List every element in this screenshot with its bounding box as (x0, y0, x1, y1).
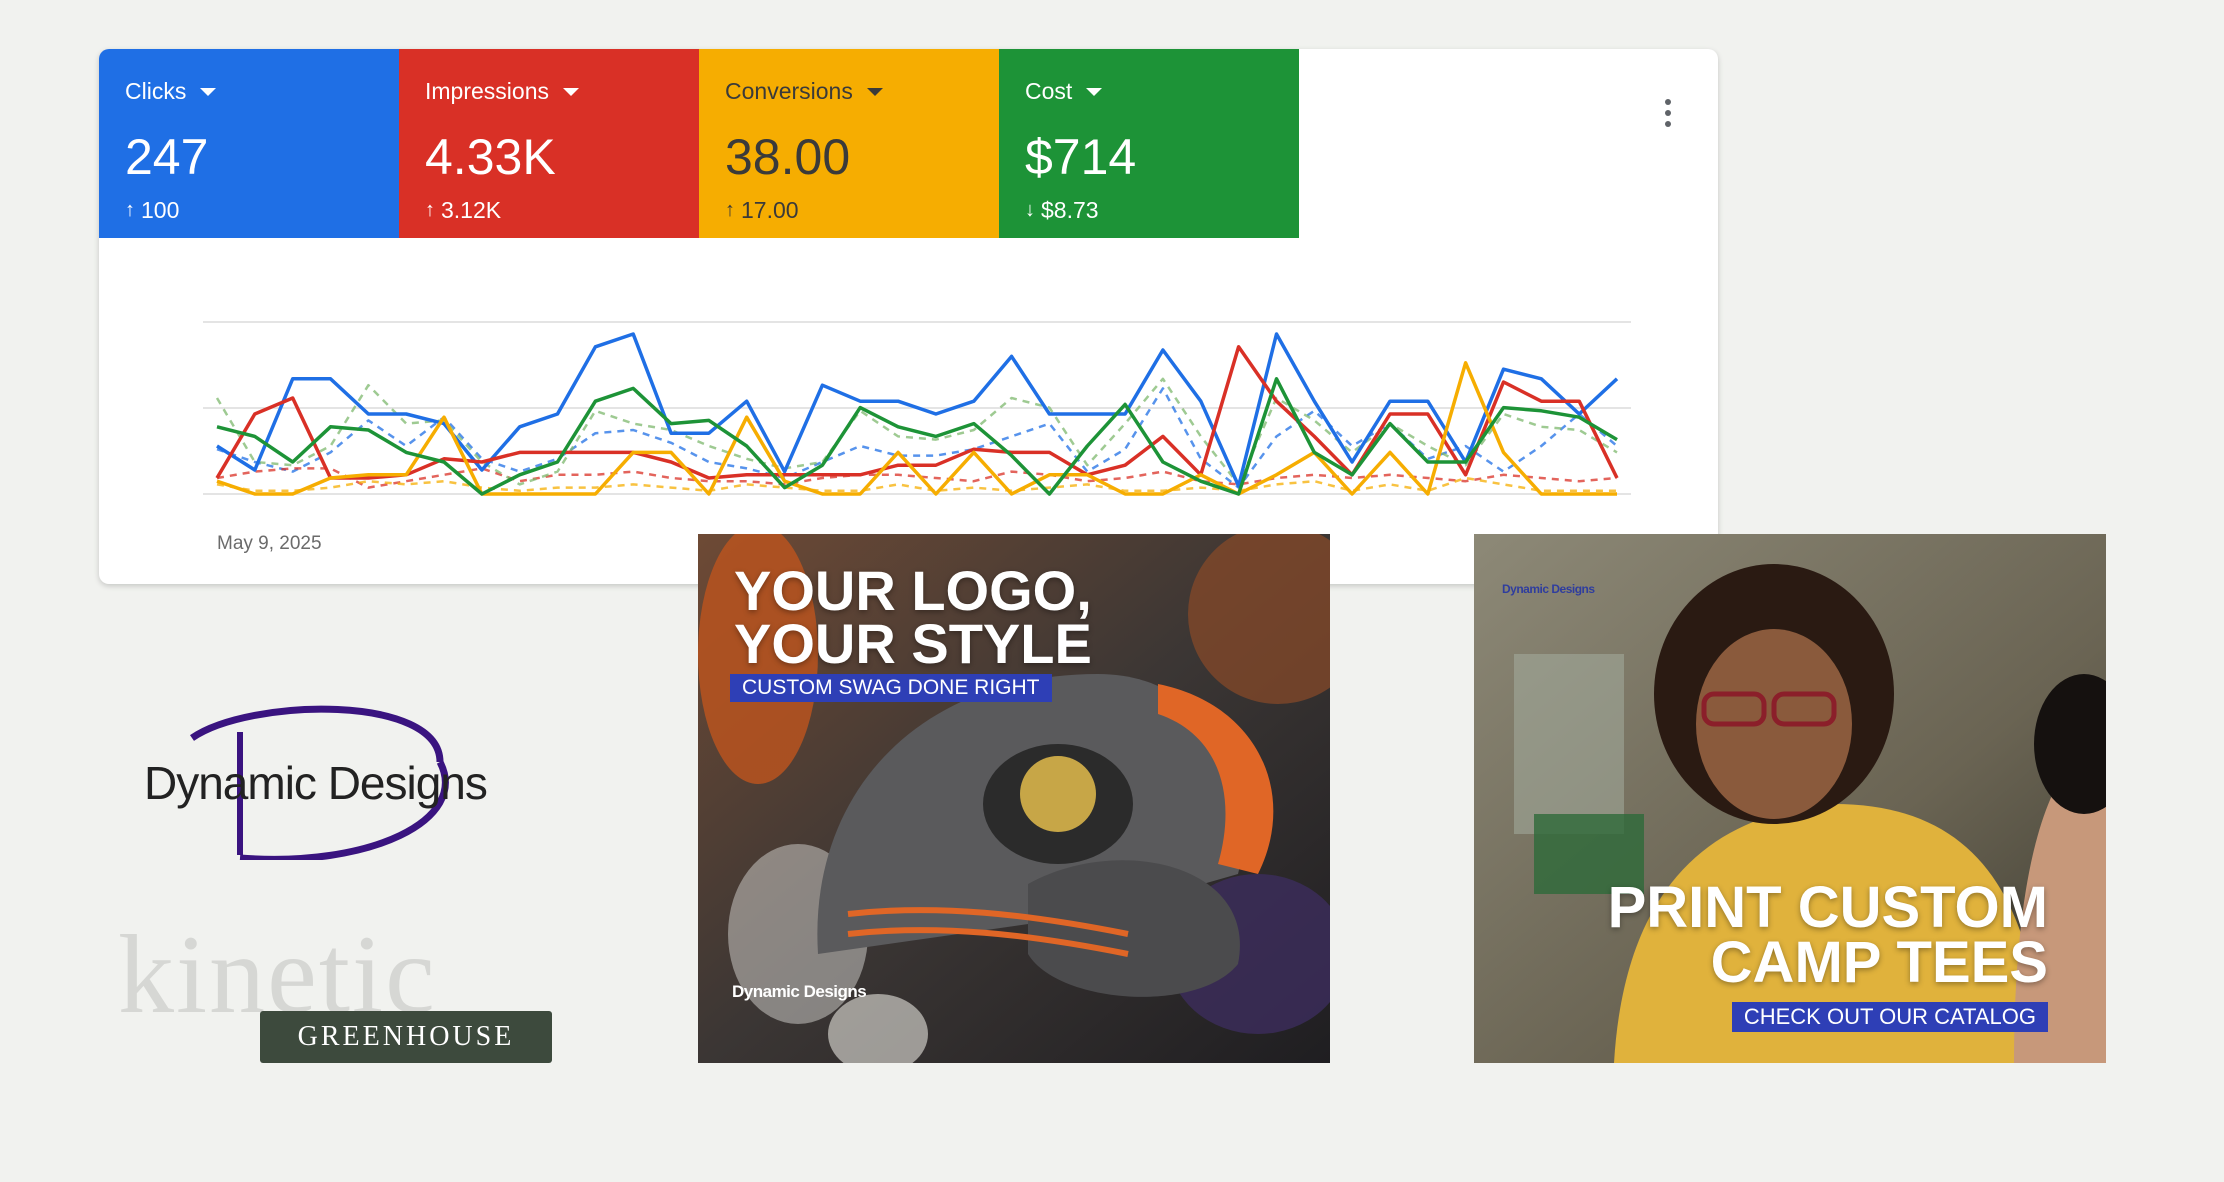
caret-down-icon[interactable] (866, 88, 883, 96)
metric-tile-conversions[interactable]: Conversions 38.00 ↑ 17.00 (699, 49, 999, 238)
metric-delta-value: 100 (141, 197, 180, 223)
caret-down-icon[interactable] (1086, 88, 1103, 96)
ad-headline-line: YOUR STYLE (734, 612, 1092, 676)
series-line (216, 332, 1619, 488)
metric-tile-clicks[interactable]: Clicks 247 ↑ 100 (99, 49, 399, 238)
metric-dropdown-clicks[interactable]: Clicks (125, 77, 399, 105)
series-line-comparison (216, 476, 1617, 493)
ad-headline-line: PRINT CUSTOM (1607, 875, 2048, 940)
arrow-up-icon: ↑ (125, 199, 135, 221)
metric-dropdown-conversions[interactable]: Conversions (725, 77, 999, 105)
metric-tile-cost[interactable]: Cost $714 ↓ $8.73 (999, 49, 1299, 238)
metric-value: 38.00 (725, 129, 851, 185)
ad-tagline: CUSTOM SWAG DONE RIGHT (730, 674, 1052, 702)
caret-down-icon[interactable] (562, 88, 579, 96)
metric-tile-impressions[interactable]: Impressions 4.33K ↑ 3.12K (399, 49, 699, 238)
series-line (216, 361, 1617, 496)
ad-headline: YOUR LOGO, YOUR STYLE (734, 559, 1154, 676)
arrow-down-icon: ↓ (1025, 199, 1035, 221)
ad-tagline: CHECK OUT OUR CATALOG (1731, 1002, 2048, 1032)
arrow-up-icon: ↑ (425, 199, 435, 221)
performance-card: Clicks 247 ↑ 100 Impressions 4.33K ↑ 3.1… (99, 49, 1718, 584)
series-line (216, 377, 1618, 496)
metric-label: Cost (1025, 78, 1073, 104)
greenhouse-wordmark: GREENHOUSE (260, 1011, 552, 1063)
metric-delta: ↓ $8.73 (1025, 197, 1299, 224)
metric-label: Clicks (125, 78, 187, 104)
ad-banner-cap: YOUR LOGO, YOUR STYLE CUSTOM SWAG DONE R… (698, 534, 1330, 1063)
ad-brand-logo: Dynamic Designs (732, 982, 867, 1001)
ad-headline-line: YOUR LOGO, (734, 559, 1092, 622)
metric-label: Conversions (725, 78, 853, 104)
metric-value: 247 (125, 129, 209, 185)
metric-label: Impressions (425, 78, 549, 104)
dynamic-designs-logo: Dynamic Designs (140, 700, 540, 863)
ad-headline-line: CAMP TEES (1710, 930, 2048, 996)
caret-down-icon[interactable] (200, 88, 217, 96)
metric-delta-value: $8.73 (1041, 197, 1099, 223)
metric-delta: ↑ 3.12K (425, 197, 699, 224)
dynamic-designs-wordmark: Dynamic Designs (144, 757, 488, 809)
metric-value: $714 (1025, 129, 1137, 185)
metric-delta-value: 3.12K (441, 197, 502, 223)
metric-value: 4.33K (425, 129, 556, 185)
ad-banner-camp: Dynamic Designs PRINT CUSTOM CAMP TEES C… (1474, 534, 2106, 1063)
metric-dropdown-cost[interactable]: Cost (1025, 77, 1299, 105)
metric-dropdown-impressions[interactable]: Impressions (425, 77, 699, 105)
ad-headline: PRINT CUSTOM CAMP TEES (1528, 875, 2048, 996)
x-axis-start-label: May 9, 2025 (217, 533, 322, 554)
line-chart (203, 321, 1631, 496)
ad-brand-logo: Dynamic Designs (1502, 582, 1595, 596)
more-vert-icon[interactable] (1656, 93, 1680, 133)
metric-tiles: Clicks 247 ↑ 100 Impressions 4.33K ↑ 3.1… (99, 49, 1299, 238)
metric-delta: ↑ 17.00 (725, 197, 999, 224)
metric-delta: ↑ 100 (125, 197, 399, 224)
arrow-up-icon: ↑ (725, 199, 735, 221)
metric-delta-value: 17.00 (741, 197, 799, 223)
kinetic-greenhouse-logo: kinetic GREENHOUSE (118, 919, 558, 1070)
